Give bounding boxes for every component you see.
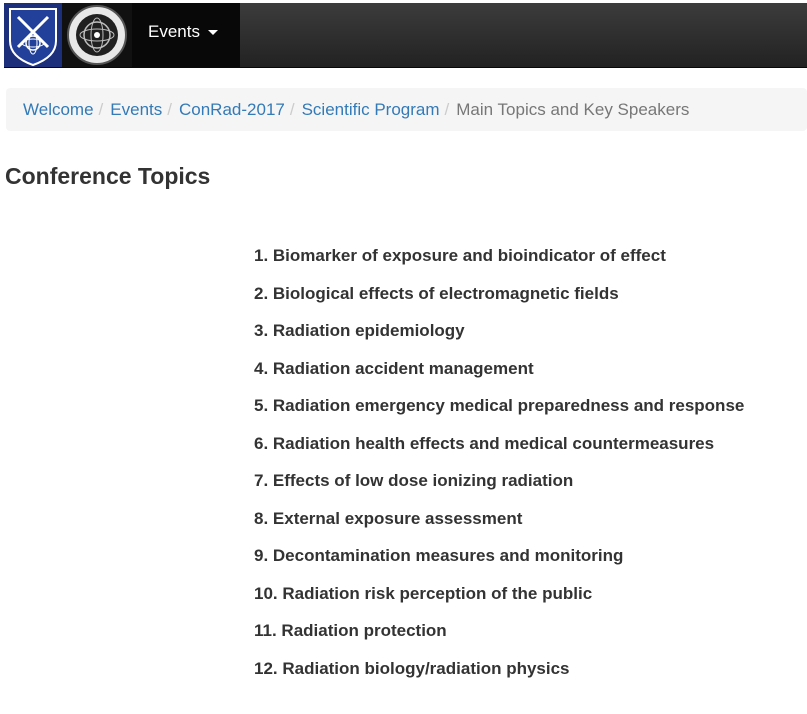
top-navbar: Events xyxy=(4,3,807,68)
topic-item: 2. Biological effects of electromagnetic… xyxy=(254,283,619,303)
topic-item: 4. Radiation accident management xyxy=(254,358,534,378)
breadcrumb-link-scientific-program[interactable]: Scientific Program xyxy=(302,100,440,119)
events-menu-label: Events xyxy=(148,22,200,41)
breadcrumb-link-welcome[interactable]: Welcome xyxy=(23,100,94,119)
breadcrumb-separator: / xyxy=(98,100,104,119)
topic-item: 6. Radiation health effects and medical … xyxy=(254,433,715,453)
conference-topics-list: 1. Biomarker of exposure and bioindicato… xyxy=(254,244,744,694)
caret-down-icon xyxy=(207,30,218,36)
institute-seal-icon[interactable] xyxy=(62,3,132,67)
military-academy-emblem-icon[interactable] xyxy=(4,3,62,67)
topic-item: 11. Radiation protection xyxy=(254,621,447,640)
breadcrumb-separator: / xyxy=(444,100,450,119)
topic-item: 1. Biomarker of exposure and bioindicato… xyxy=(254,246,666,265)
page-title: Conference Topics xyxy=(5,163,211,189)
breadcrumb-link-events[interactable]: Events xyxy=(110,100,162,119)
breadcrumb-separator: / xyxy=(289,100,295,119)
topic-item: 7. Effects of low dose ionizing radiatio… xyxy=(254,471,574,490)
topic-item: 9. Decontamination measures and monitori… xyxy=(254,546,624,565)
events-menu-dropdown[interactable]: Events xyxy=(132,3,240,67)
topic-item: 3. Radiation epidemiology xyxy=(254,321,465,340)
topic-item: 8. External exposure assessment xyxy=(254,508,523,528)
topic-item: 5. Radiation emergency medical preparedn… xyxy=(254,396,745,415)
breadcrumb-link-conrad-2017[interactable]: ConRad-2017 xyxy=(179,100,285,119)
topic-item: 12. Radiation biology/radiation physics xyxy=(254,658,570,678)
breadcrumb-current-page: Main Topics and Key Speakers xyxy=(456,100,690,119)
breadcrumb-separator: / xyxy=(167,100,172,119)
breadcrumb: Welcome / Events / ConRad-2017/Scientific Pr… xyxy=(6,88,807,131)
topic-item: 10. Radiation risk perception of the pub… xyxy=(254,583,593,603)
